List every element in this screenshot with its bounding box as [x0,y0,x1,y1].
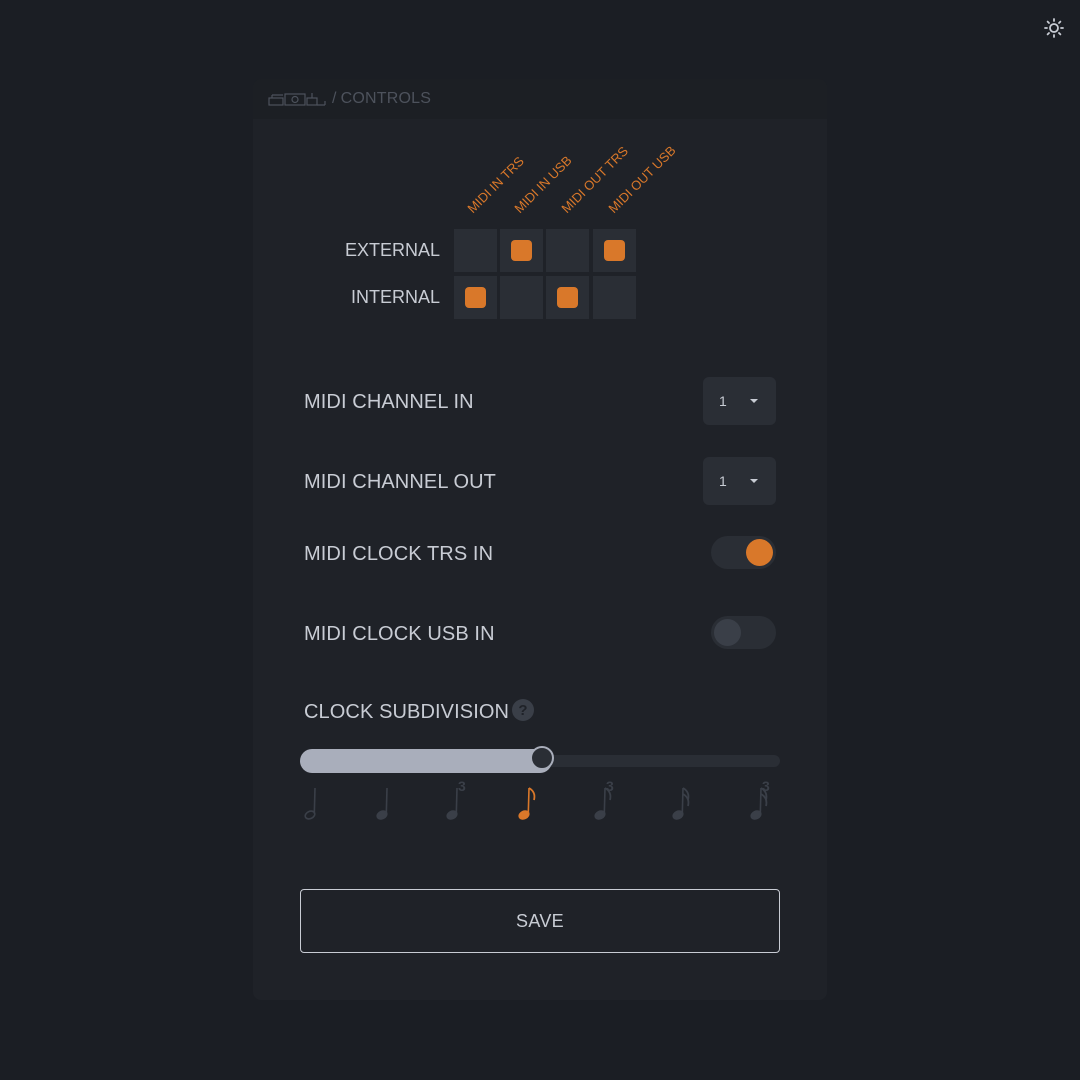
routing-cell-internal-midi-out-usb[interactable] [593,276,636,319]
row-label-external: EXTERNAL [344,240,440,260]
midi-channel-out-value: 1 [719,473,727,489]
breadcrumb-separator: / [332,90,337,107]
routing-cell-internal-midi-in-usb[interactable] [500,276,543,319]
triplet-label: 3 [762,778,770,794]
midi-channel-out-label: MIDI CHANNEL OUT [304,471,496,493]
routing-cell-external-midi-out-usb[interactable] [593,229,636,272]
sixteenth-note-triplet-icon[interactable]: 3 [746,778,786,834]
eighth-note-icon[interactable] [514,784,554,834]
midi-channel-in-value: 1 [719,393,727,409]
question-icon[interactable]: ? [512,699,534,721]
quarter-note-triplet-icon[interactable]: 3 [442,778,482,834]
page-title: CONTROLS [340,90,432,107]
breadcrumb: / CONTROLS [253,79,827,119]
triplet-label: 3 [458,778,466,794]
device-icon[interactable] [268,92,326,106]
routing-cell-external-midi-in-trs[interactable] [454,229,497,272]
slider-fill [300,749,552,773]
routing-cell-external-midi-in-usb[interactable] [500,229,543,272]
midi-channel-in-label: MIDI CHANNEL IN [304,391,474,413]
save-button[interactable]: SAVE [300,889,780,953]
eighth-note-triplet-icon[interactable]: 3 [590,778,630,834]
routing-cell-external-midi-out-trs[interactable] [546,229,589,272]
midi-clock-trs-in-toggle[interactable] [711,536,776,569]
subdivision-notes: 3 3 3 [300,778,780,834]
clock-subdivision-slider[interactable] [300,746,780,773]
routing-cell-internal-midi-in-trs[interactable] [454,276,497,319]
routing-cell-internal-midi-out-trs[interactable] [546,276,589,319]
row-label-internal: INTERNAL [350,287,440,307]
toggle-knob [746,539,773,566]
routing-active-indicator [511,240,532,261]
clock-subdivision-label: CLOCK SUBDIVISION [304,701,510,723]
midi-clock-trs-in-label: MIDI CLOCK TRS IN [304,543,494,565]
sun-icon [1044,18,1064,38]
midi-clock-usb-in-toggle[interactable] [711,616,776,649]
controls-panel: / CONTROLS MIDI IN TRS MIDI IN USB MIDI … [253,79,827,1000]
sixteenth-note-icon[interactable] [668,784,708,834]
triplet-label: 3 [606,778,614,794]
quarter-note-icon[interactable] [372,784,412,834]
routing-active-indicator [604,240,625,261]
slider-thumb[interactable] [530,746,554,770]
routing-active-indicator [557,287,578,308]
toggle-knob [714,619,741,646]
chevron-down-icon [750,399,758,403]
chevron-down-icon [750,479,758,483]
midi-clock-usb-in-label: MIDI CLOCK USB IN [304,623,495,645]
midi-channel-out-select[interactable]: 1 [703,457,776,505]
half-note-icon[interactable] [300,784,340,834]
routing-active-indicator [465,287,486,308]
midi-channel-in-select[interactable]: 1 [703,377,776,425]
theme-toggle-button[interactable] [1042,16,1066,40]
